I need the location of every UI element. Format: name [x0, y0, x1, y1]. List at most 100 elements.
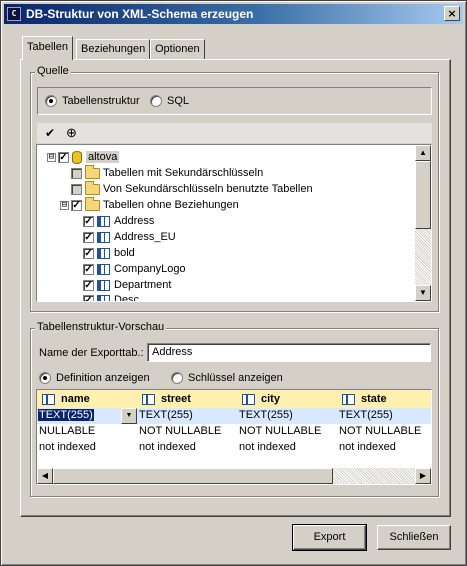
tree-checkbox[interactable] — [71, 183, 82, 195]
tree-label: Tabellen mit Sekundärschlüsseln — [103, 167, 264, 179]
grid-cell[interactable]: TEXT(255) — [239, 409, 293, 421]
grid-cell[interactable]: not indexed — [39, 441, 96, 453]
scroll-right-button[interactable]: ▶ — [415, 468, 431, 484]
tree-node-folder[interactable]: Von Sekundärschlüsseln benutzte Tabellen — [71, 180, 313, 197]
collapse-icon[interactable]: ⊟ — [60, 200, 69, 210]
grid-cell[interactable]: not indexed — [239, 441, 296, 453]
radio-dot — [150, 95, 162, 107]
tree-checkbox[interactable]: ✓ — [83, 215, 94, 227]
database-icon — [72, 150, 82, 164]
title-bar: C DB-Struktur von XML-Schema erzeugen × — [4, 4, 463, 24]
scroll-up-button[interactable]: ▲ — [415, 145, 431, 161]
tab-tabellen[interactable]: Tabellen — [22, 36, 73, 60]
tree-node-table[interactable]: ✓ Desc — [83, 292, 139, 301]
grid-cell-selected[interactable]: TEXT(255) — [38, 409, 94, 421]
cell-dropdown-button[interactable]: ▼ — [121, 408, 137, 424]
tree-checkbox[interactable]: ✓ — [83, 231, 94, 243]
scroll-thumb[interactable] — [415, 161, 431, 229]
grid-cell[interactable]: NULLABLE — [39, 425, 95, 437]
tree-node-table[interactable]: ✓ Department — [83, 277, 171, 293]
column-header-label: street — [161, 393, 191, 405]
collapse-icon[interactable]: ⊟ — [47, 152, 56, 162]
tree-label: Address_EU — [114, 231, 176, 243]
tree-node-folder[interactable]: Tabellen mit Sekundärschlüsseln — [71, 164, 264, 181]
grid-cell[interactable]: not indexed — [339, 441, 396, 453]
table-icon — [97, 231, 110, 243]
grid-cell[interactable]: TEXT(255) — [339, 409, 393, 421]
table-icon — [97, 215, 110, 227]
column-header-city[interactable]: city — [239, 390, 280, 408]
grid-cell[interactable]: NOT NULLABLE — [239, 425, 321, 437]
table-icon — [97, 247, 110, 259]
radio-keys[interactable]: Schlüssel anzeigen — [171, 372, 283, 384]
tree-checkbox[interactable]: ✓ — [83, 263, 94, 275]
tree-label: Von Sekundärschlüsseln benutzte Tabellen — [103, 183, 313, 195]
tab-beziehungen[interactable]: Beziehungen — [76, 39, 151, 59]
tree-toolbar: ✔ ⊕ — [37, 123, 432, 143]
radio-sql[interactable]: SQL — [150, 95, 189, 107]
tree-node-altova[interactable]: ⊟ ✓ altova — [47, 149, 120, 165]
close-button[interactable]: Schließen — [377, 525, 451, 550]
preview-grid[interactable]: name street city state TEXT(255) ▼ TEXT(… — [36, 389, 432, 485]
radio-tabellenstruktur[interactable]: Tabellenstruktur — [45, 95, 140, 107]
table-row[interactable]: NULLABLE NOT NULLABLE NOT NULLABLE NOT N… — [37, 424, 431, 440]
source-type-box: Tabellenstruktur SQL — [37, 87, 432, 115]
tree-node-table[interactable]: ✓ Address_EU — [83, 229, 176, 245]
export-button[interactable]: Export — [292, 524, 367, 551]
tree-node-table[interactable]: ✓ Address — [83, 213, 154, 229]
column-header-name[interactable]: name — [39, 390, 90, 408]
table-row[interactable]: TEXT(255) ▼ TEXT(255) TEXT(255) TEXT(255… — [37, 408, 431, 424]
grid-cell[interactable]: NOT NULLABLE — [139, 425, 221, 437]
tree-checkbox[interactable] — [71, 167, 82, 179]
radio-dot-selected — [45, 95, 57, 107]
export-name-input[interactable]: Address — [147, 343, 431, 362]
column-icon — [42, 393, 55, 405]
tree-checkbox[interactable]: ✓ — [71, 199, 82, 211]
tree-label: Department — [114, 279, 172, 291]
app-icon: C — [7, 7, 21, 21]
column-icon — [242, 393, 255, 405]
tree-node-folder[interactable]: ⊟ ✓ Tabellen ohne Beziehungen — [60, 196, 239, 213]
close-window-button[interactable]: × — [444, 6, 460, 21]
radio-dot — [171, 372, 183, 384]
dialog-window: C DB-Struktur von XML-Schema erzeugen × … — [0, 0, 467, 566]
tree-label: altova — [86, 151, 120, 163]
column-icon — [142, 393, 155, 405]
grid-cell[interactable]: NOT NULLABLE — [339, 425, 421, 437]
tree-vertical-scrollbar[interactable]: ▲ ▼ — [415, 145, 431, 301]
check-all-icon[interactable]: ✔ — [45, 126, 55, 140]
table-icon — [97, 279, 110, 291]
radio-sql-label: SQL — [167, 95, 190, 107]
radio-keys-label: Schlüssel anzeigen — [188, 372, 283, 384]
column-header-label: state — [361, 393, 387, 405]
tree-checkbox[interactable]: ✓ — [58, 151, 69, 163]
tab-optionen[interactable]: Optionen — [150, 39, 205, 59]
locate-icon[interactable]: ⊕ — [66, 125, 77, 141]
grid-cell[interactable]: not indexed — [139, 441, 196, 453]
preview-group-label: Tabellenstruktur-Vorschau — [35, 321, 167, 333]
tree-node-table[interactable]: ✓ bold — [83, 245, 135, 261]
folder-icon — [85, 196, 100, 211]
tree-label: Address — [114, 215, 155, 227]
scroll-down-button[interactable]: ▼ — [415, 285, 431, 301]
grid-horizontal-scrollbar[interactable]: ◀ ▶ — [37, 468, 431, 484]
radio-definition-label: Definition anzeigen — [56, 372, 150, 384]
scroll-thumb[interactable] — [53, 468, 333, 484]
export-name-label: Name der Exporttab.: — [39, 347, 144, 359]
tree-checkbox[interactable]: ✓ — [83, 247, 94, 259]
column-header-state[interactable]: state — [339, 390, 387, 408]
tree-checkbox[interactable]: ✓ — [83, 279, 94, 291]
folder-icon — [85, 180, 100, 195]
grid-cell[interactable]: TEXT(255) — [139, 409, 193, 421]
radio-tabellenstruktur-label: Tabellenstruktur — [62, 95, 140, 107]
tree-label: Tabellen ohne Beziehungen — [103, 199, 239, 211]
column-header-label: name — [61, 393, 90, 405]
table-icon — [97, 294, 110, 301]
tree-node-table[interactable]: ✓ CompanyLogo — [83, 261, 186, 277]
table-row[interactable]: not indexed not indexed not indexed not … — [37, 440, 431, 456]
scroll-left-button[interactable]: ◀ — [37, 468, 53, 484]
source-tree[interactable]: ⊟ ✓ altova Tabellen mit Sekundärschlüsse… — [36, 144, 432, 302]
column-header-street[interactable]: street — [139, 390, 191, 408]
tree-checkbox[interactable]: ✓ — [83, 294, 94, 301]
radio-definition[interactable]: Definition anzeigen — [39, 372, 150, 384]
